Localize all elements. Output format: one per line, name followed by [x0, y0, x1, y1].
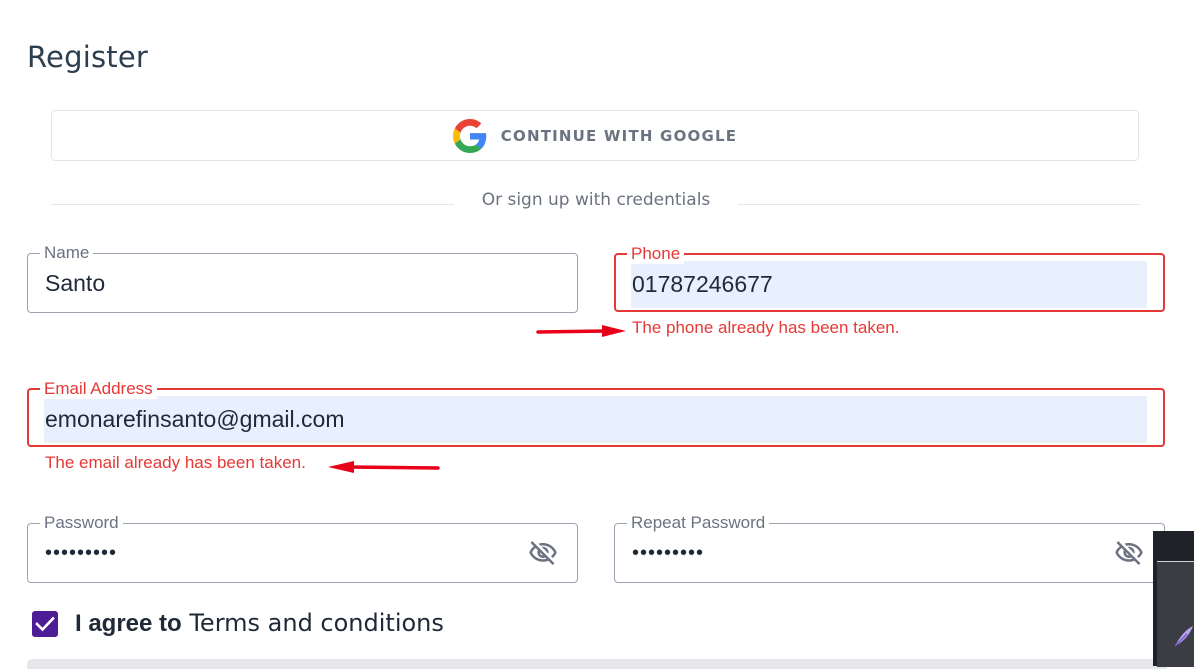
page-title: Register	[27, 40, 148, 74]
name-label: Name	[40, 243, 94, 263]
email-error-annotation-arrow	[328, 461, 440, 473]
feather-icon	[1174, 626, 1193, 647]
submit-button-edge[interactable]	[27, 659, 1167, 669]
floating-panel[interactable]	[1157, 561, 1194, 667]
eye-off-icon[interactable]	[1112, 538, 1146, 568]
email-error-text: The email already has been taken.	[45, 453, 306, 472]
continue-with-google-label: CONTINUE WITH GOOGLE	[500, 126, 738, 145]
terms-link[interactable]: Terms and conditions	[189, 609, 444, 637]
continue-with-google-button[interactable]: CONTINUE WITH GOOGLE	[51, 110, 1139, 161]
eye-off-icon[interactable]	[526, 538, 560, 568]
email-label: Email Address	[40, 379, 157, 399]
repeat-password-value: •••••••••	[632, 542, 705, 564]
agree-label: I agree to Terms and conditions	[75, 609, 444, 638]
divider-left	[51, 204, 454, 205]
google-icon	[452, 118, 487, 153]
phone-field[interactable]: Phone 01787246677	[614, 244, 1165, 312]
name-field[interactable]: Name Santo	[27, 243, 578, 313]
name-value: Santo	[45, 270, 106, 296]
phone-error-annotation-arrow	[536, 325, 626, 337]
phone-value: 01787246677	[632, 271, 773, 297]
agree-prefix: I agree to	[75, 610, 182, 637]
divider-text: Or sign up with credentials	[481, 190, 711, 210]
phone-error-text: The phone already has been taken.	[632, 318, 900, 337]
email-field[interactable]: Email Address emonarefinsanto@gmail.com	[27, 379, 1165, 447]
repeat-password-field[interactable]: Repeat Password •••••••••	[614, 513, 1165, 583]
phone-label: Phone	[627, 244, 685, 264]
password-field[interactable]: Password •••••••••	[27, 513, 578, 583]
agree-checkbox[interactable]	[32, 611, 58, 637]
repeat-password-label: Repeat Password	[627, 513, 770, 533]
divider-right	[738, 204, 1140, 205]
checkmark-icon	[35, 616, 55, 632]
password-value: •••••••••	[45, 542, 118, 564]
password-label: Password	[40, 513, 123, 533]
email-value: emonarefinsanto@gmail.com	[45, 406, 345, 432]
